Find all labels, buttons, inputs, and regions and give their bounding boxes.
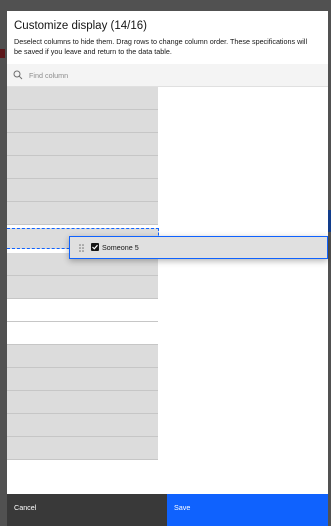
checkmark-icon: [92, 244, 98, 250]
column-row[interactable]: [7, 202, 158, 225]
column-row[interactable]: [7, 110, 158, 133]
search-icon: [13, 70, 23, 80]
customize-display-modal: Customize display (14/16) Deselect colum…: [7, 11, 328, 526]
search-input[interactable]: [29, 68, 309, 82]
cancel-button-label: Cancel: [14, 503, 37, 512]
column-row[interactable]: [7, 437, 158, 460]
column-row[interactable]: [7, 87, 158, 110]
modal-footer: Cancel Save: [7, 494, 328, 526]
modal-title: Customize display (14/16): [14, 20, 147, 32]
save-button-label: Save: [174, 503, 191, 512]
column-row-placeholder: [7, 299, 158, 322]
cancel-button[interactable]: Cancel: [7, 494, 167, 526]
column-checkbox[interactable]: [91, 243, 99, 251]
column-row[interactable]: [7, 276, 158, 299]
modal-description: Deselect columns to hide them. Drag rows…: [14, 37, 308, 56]
column-row[interactable]: [7, 133, 158, 156]
column-list: [7, 87, 158, 494]
column-row[interactable]: [7, 345, 158, 368]
dragged-column-row[interactable]: Someone 5: [69, 236, 328, 259]
column-row[interactable]: [7, 414, 158, 437]
column-row[interactable]: [7, 368, 158, 391]
search-bar: [7, 64, 328, 87]
column-row-placeholder: [7, 322, 158, 345]
column-label: Someone 5: [102, 243, 139, 252]
column-row[interactable]: [7, 391, 158, 414]
column-row[interactable]: [7, 156, 158, 179]
column-row[interactable]: [7, 179, 158, 202]
save-button[interactable]: Save: [167, 494, 328, 526]
drag-handle-icon[interactable]: [79, 244, 84, 252]
